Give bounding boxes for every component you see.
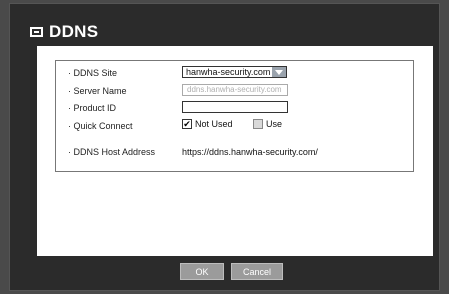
window-icon xyxy=(30,27,43,37)
host-address-row: · DDNS Host Address https://ddns.hanwha-… xyxy=(56,145,413,159)
dialog-header: DDNS xyxy=(30,18,98,46)
chevron-down-icon[interactable] xyxy=(272,67,286,77)
not-used-label: Not Used xyxy=(195,119,233,129)
ddns-site-value: hanwha-security.com xyxy=(186,67,271,77)
ddns-settings-group: · DDNS Site hanwha-security.com · Server… xyxy=(55,60,414,172)
not-used-checkbox[interactable]: ✔ xyxy=(182,119,192,129)
quick-connect-use-option[interactable]: Use xyxy=(253,119,282,129)
server-name-label: · Server Name xyxy=(68,86,127,96)
ddns-dialog: DDNS · DDNS Site hanwha-security.com · S… xyxy=(9,3,440,291)
server-name-row: · Server Name ddns.hanwha-security.com xyxy=(56,84,413,98)
dialog-title: DDNS xyxy=(49,22,99,41)
ok-button[interactable]: OK xyxy=(180,263,224,280)
server-name-field[interactable]: ddns.hanwha-security.com xyxy=(182,84,288,96)
cancel-button[interactable]: Cancel xyxy=(231,263,283,280)
ddns-site-select[interactable]: hanwha-security.com xyxy=(182,66,287,78)
product-id-row: · Product ID xyxy=(56,101,413,115)
quick-connect-label: · Quick Connect xyxy=(68,121,133,131)
product-id-field[interactable] xyxy=(182,101,288,113)
quick-connect-not-used-option[interactable]: ✔ Not Used xyxy=(182,119,233,129)
ddns-site-row: · DDNS Site hanwha-security.com xyxy=(56,66,413,80)
host-address-label: · DDNS Host Address xyxy=(68,147,156,157)
use-checkbox[interactable] xyxy=(253,119,263,129)
use-label: Use xyxy=(266,119,283,129)
product-id-label: · Product ID xyxy=(68,103,117,113)
ddns-site-label: · DDNS Site xyxy=(68,68,118,78)
quick-connect-row: · Quick Connect ✔ Not Used Use xyxy=(56,119,413,133)
settings-panel: · DDNS Site hanwha-security.com · Server… xyxy=(37,46,433,256)
host-address-value: https://ddns.hanwha-security.com/ xyxy=(182,147,318,157)
